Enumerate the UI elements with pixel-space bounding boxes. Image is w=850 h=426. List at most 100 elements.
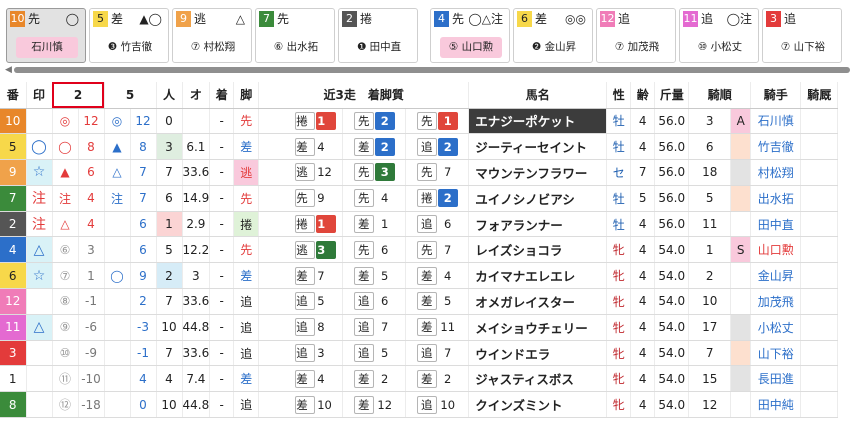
table-row[interactable]: 4 △ ⑥ 3 6 5 12.2- 先逃 3 先 6 先 7 レイズショコラ牝 4 54.0 1 S 山口勲: [0, 236, 839, 264]
leg-type-label: 先: [277, 12, 290, 26]
mark-cell[interactable]: 注: [26, 185, 53, 212]
sex-cell: 牡: [606, 185, 632, 212]
jockey-chip[interactable]: ❸ 竹吉徹: [99, 37, 161, 58]
header-kijun[interactable]: 騎順: [688, 82, 752, 109]
scroll-left-arrow-icon[interactable]: ◀: [5, 64, 12, 76]
horse-name-cell[interactable]: カイマナエレエレ: [468, 262, 608, 290]
header-kyusha[interactable]: 騎厩: [800, 82, 839, 109]
mark-cell[interactable]: △: [26, 236, 53, 264]
horse-name-cell[interactable]: ジーティーセイント: [468, 133, 608, 161]
mark-cell[interactable]: [26, 288, 53, 315]
mark-cell[interactable]: [26, 365, 53, 393]
sex-cell: 牡: [606, 133, 632, 161]
horse-number-badge: 6: [517, 11, 532, 27]
horse-name-cell[interactable]: クインズミント: [468, 391, 608, 419]
header-ban[interactable]: 番: [0, 82, 27, 109]
horse-name-cell[interactable]: ウインドエラ: [468, 340, 608, 367]
jockey-rank-cell: 2: [688, 262, 732, 290]
jockey-chip[interactable]: ⑦ 山下裕: [772, 37, 834, 58]
horse-card[interactable]: 10 先 ◯ 石川慎: [6, 8, 86, 63]
mark-cell[interactable]: [26, 108, 53, 135]
horse-card[interactable]: 5 差 ▲◯ ❸ 竹吉徹: [89, 8, 169, 63]
table-row[interactable]: 8 ⑫ -18 0 10 44.8- 追差 10 差 12 追 10 クインズミント牝 4 54.0 12 田中…: [0, 391, 839, 419]
mark-cell[interactable]: △: [26, 314, 53, 341]
recent-race-3: 差 11: [405, 314, 470, 341]
recent-race-2: 差 12: [342, 391, 407, 419]
mark-cell[interactable]: ☆: [26, 262, 53, 290]
jockey-cell: 竹吉徹: [750, 133, 802, 161]
horse-name-cell[interactable]: エナジーポケット: [468, 108, 608, 135]
header-kishu[interactable]: 騎手: [750, 82, 802, 109]
table-row[interactable]: 1 ⑪ -10 4 4 7.4- 差差 4 差 2 差 2 ジャスティスボス牝 4 54.0 15 長田進: [0, 365, 839, 393]
jockey-chip[interactable]: ⑤ 山口勲: [440, 37, 502, 58]
recent-race-2: 差2: [342, 133, 407, 161]
jockey-chip[interactable]: ❶ 田中直: [348, 37, 410, 58]
horse-card[interactable]: 11 追 ◯注 ⑩ 小松丈: [679, 8, 759, 63]
horizontal-scrollbar[interactable]: ◀: [0, 64, 850, 76]
table-row[interactable]: 5 ◯ ◯ 8 ▲ 8 3 6.1- 差差 4 差 2 追 2 ジーティーセイント牡 4 56.0 6 竹吉徹: [0, 133, 839, 161]
race-finish-chip: 11: [437, 318, 458, 337]
jockey-chip[interactable]: ❷ 金山昇: [523, 37, 585, 58]
table-row[interactable]: 9 ☆ ▲ 6 △ 7 7 33.6- 逃逃 12 先 3 先 7 マウンテンフラワーセ 7 56.0 18 村松翔: [0, 159, 839, 186]
header-chaku[interactable]: 着: [209, 82, 235, 109]
table-row[interactable]: 7 注注 4 注 7 6 14.9- 先先 9 先 4 捲 2 ユイノシノビアシ牡 5 56.0 5 出水拓: [0, 185, 839, 212]
header-odds[interactable]: オ: [182, 82, 211, 109]
horse-name-cell[interactable]: ジャスティスボス: [468, 365, 608, 393]
horse-card[interactable]: 3追 ⑦ 山下裕: [762, 8, 842, 63]
horse-name-cell[interactable]: ユイノシノビアシ: [468, 185, 608, 212]
mark-cell[interactable]: ☆: [26, 159, 53, 186]
scroll-thumb[interactable]: [14, 67, 850, 73]
mark-cell[interactable]: 注: [26, 211, 53, 238]
header-bamei[interactable]: 馬名: [468, 82, 608, 109]
table-row[interactable]: 12 ⑧ -1 2 7 33.6- 追追 5 追 6 差 5 オメガレイスター牝 4 54.0 10 加茂飛: [0, 288, 839, 315]
table-row[interactable]: 11 △ ⑨ -6 -3 10 44.8- 追追 8 追 7 差 11 メイショウチェリー牝 4 54.0 17…: [0, 314, 839, 341]
jockey-chip[interactable]: ⑦ 加茂飛: [606, 37, 668, 58]
horse-card[interactable]: 7先 ⑥ 出水拓: [255, 8, 335, 63]
pred-value-5: 7: [130, 159, 157, 186]
age-cell: 4: [630, 211, 656, 238]
mark-cell[interactable]: ◯: [26, 133, 53, 161]
horse-card[interactable]: 2捲 ❶ 田中直: [338, 8, 418, 63]
pred-mark-5: [104, 288, 131, 315]
jockey-chip[interactable]: ⑥ 出水拓: [265, 37, 327, 58]
jockey-chip[interactable]: ⑦ 村松翔: [182, 37, 244, 58]
table-row[interactable]: 2 注 △ 4 6 1 2.9- 捲捲 1 差 1 追 6 フォアランナー牡 4 56.0 11 田中直: [0, 211, 839, 238]
header-ninki[interactable]: 人: [156, 82, 183, 109]
header-col2-selected[interactable]: 2: [52, 82, 105, 109]
horse-name-cell[interactable]: マウンテンフラワー: [468, 159, 608, 186]
recent-race-2: 追6: [342, 288, 407, 315]
header-sex[interactable]: 性: [606, 82, 632, 109]
horse-card[interactable]: 12 追 ⑦ 加茂飛: [596, 8, 676, 63]
horse-name-cell[interactable]: フォアランナー: [468, 211, 608, 238]
table-row[interactable]: 6 ☆ ⑦ 1 ◯ 9 2 3- 差差 7 差 5 差 4 カイマナエレエレ牝 4 54.0 2 金山昇: [0, 262, 839, 290]
header-kyaku[interactable]: 脚: [233, 82, 260, 109]
race-finish-chip: 6: [437, 215, 458, 234]
table-row[interactable]: 3 ⑩ -9 -1 7 33.6- 追追 3 追 5 追 7 ウインドエラ牝 4 54.0 7 山下裕: [0, 340, 839, 367]
race-legtype-chip: 先: [353, 189, 374, 208]
jockey-chip[interactable]: 石川慎: [16, 37, 78, 58]
horse-name-cell[interactable]: オメガレイスター: [468, 288, 608, 315]
race-finish-chip: 7: [437, 163, 458, 182]
race-legtype-chip: 差: [353, 137, 374, 156]
header-recent3[interactable]: 近3走 着脚質: [258, 82, 470, 109]
mark-cell[interactable]: [26, 340, 53, 367]
table-row[interactable]: 10 ◎ 12 ◎ 12 0- 先捲 1 先 2 先 1 エナジーポケット牡 4 56.0 3 A 石川慎: [0, 108, 839, 135]
mark-cell[interactable]: [26, 391, 53, 419]
pred-value-2: -18: [78, 391, 105, 419]
header-kinryo[interactable]: 斤量: [654, 82, 690, 109]
horse-card[interactable]: 9 逃 △ ⑦ 村松翔: [172, 8, 252, 63]
race-finish-chip: 4: [374, 189, 395, 208]
jockey-chip[interactable]: ⑩ 小松丈: [689, 37, 751, 58]
header-age[interactable]: 齢: [630, 82, 656, 109]
horse-card[interactable]: 6 差 ◎◎ ❷ 金山昇: [513, 8, 593, 63]
horse-name-cell[interactable]: レイズショコラ: [468, 236, 608, 264]
race-finish-chip: 4: [437, 266, 458, 285]
sex-cell: 牝: [606, 314, 632, 341]
horse-name-cell[interactable]: メイショウチェリー: [468, 314, 608, 341]
recent-race-1: 先9: [258, 185, 344, 212]
horse-card[interactable]: 4 先 ◯△注 ⑤ 山口勲: [430, 8, 510, 63]
pred-mark-5: △: [104, 159, 131, 186]
stable-cell: [800, 159, 839, 186]
header-mark[interactable]: 印: [26, 82, 53, 109]
header-col5[interactable]: 5: [104, 82, 157, 109]
